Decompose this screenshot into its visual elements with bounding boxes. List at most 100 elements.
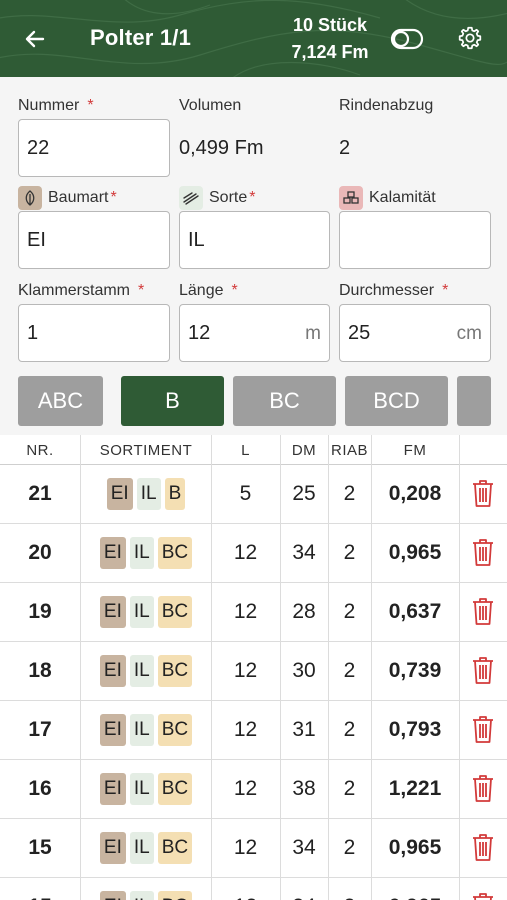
cell-sortiment: EI IL B [81, 465, 211, 523]
baumart-value: EI [27, 228, 46, 251]
quality-chip-bar: ABC B BC BCD [0, 376, 507, 426]
delete-button[interactable] [468, 714, 498, 748]
cell-l: 12 [233, 659, 258, 682]
sorte-label: Sorte * [179, 186, 255, 210]
cell-dm: 38 [292, 777, 316, 800]
nummer-field[interactable]: 22 [18, 119, 170, 177]
cell-sortiment: EIILBC [81, 524, 211, 582]
toggle-view-button[interactable] [388, 24, 426, 54]
laenge-label: Länge * [179, 282, 238, 300]
col-nr[interactable]: NR. [0, 435, 80, 465]
cell-l: 12 [233, 541, 258, 564]
tag-baumart: EI [99, 891, 126, 900]
tag-sorte: IL [129, 773, 154, 805]
table-row[interactable]: 19 EI IL BC 12 28 2 0,637 [0, 583, 507, 642]
column-divider [80, 435, 81, 900]
col-fm[interactable]: FM [371, 435, 459, 465]
durchmesser-label-text: Durchmesser [339, 282, 435, 299]
klammerstamm-label: Klammerstamm * [18, 282, 144, 300]
cell-sortiment: EIILBC [81, 701, 211, 759]
delete-button[interactable] [468, 832, 498, 866]
cell-l: 12 [211, 878, 280, 900]
trash-icon [471, 478, 495, 513]
nummer-value: 22 [27, 136, 50, 159]
delete-button[interactable] [468, 478, 498, 512]
table-row[interactable]: 15EIILBC123420,965 [0, 819, 507, 878]
laenge-unit: m [305, 323, 321, 344]
durchmesser-field[interactable]: 25 cm [339, 304, 491, 362]
chip-b[interactable]: B [121, 376, 224, 426]
app-header: Polter 1/1 10 Stück 7,124 Fm [0, 0, 507, 77]
tag-sortiment: BC [157, 714, 193, 746]
klammerstamm-value: 1 [27, 321, 39, 344]
toggle-icon [390, 28, 424, 50]
delete-button[interactable] [468, 537, 498, 571]
volumen-label: Volumen [179, 97, 242, 114]
back-button[interactable] [18, 22, 52, 56]
col-sortiment[interactable]: SORTIMENT [81, 435, 211, 465]
table-row[interactable]: 15EIILBC123420,965 [0, 878, 507, 900]
cell-l: 12 [233, 777, 258, 800]
chip-bc[interactable]: BC [233, 376, 336, 426]
baumart-label: Baumart * [18, 186, 117, 210]
cell-riab: 2 [343, 777, 356, 800]
durchmesser-unit: cm [456, 323, 482, 344]
table-row[interactable]: 17 EI IL BC 12 31 2 0,793 [0, 701, 507, 760]
cell-dm: 28 [292, 600, 316, 623]
leaf-icon [18, 186, 42, 210]
trash-icon [471, 773, 495, 808]
col-l[interactable]: L [211, 435, 280, 465]
column-divider [371, 435, 372, 900]
cell-dm: 25 [292, 482, 316, 505]
laenge-field[interactable]: 12 m [179, 304, 330, 362]
tag-sortiment: BC [157, 596, 193, 628]
cell-sortiment: EIILBC [81, 760, 211, 818]
tag-sortiment: BC [157, 773, 193, 805]
delete-button[interactable] [468, 891, 498, 900]
settings-button[interactable] [453, 21, 487, 55]
col-riab[interactable]: RIAB [328, 435, 371, 465]
column-divider [328, 435, 329, 900]
tag-baumart: EI [99, 655, 126, 687]
cell-fm: 1,221 [388, 777, 442, 800]
kalamitaet-field[interactable] [339, 211, 491, 269]
durchmesser-value: 25 [348, 321, 371, 344]
table-header: NR. SORTIMENT L DM RIAB FM [0, 435, 507, 465]
trash-icon [471, 655, 495, 690]
delete-button[interactable] [468, 773, 498, 807]
tag-sorte: IL [129, 832, 154, 864]
baumart-field[interactable]: EI [18, 211, 170, 269]
cell-sortiment: EIILBC [81, 819, 211, 877]
tag-sortiment: BC [157, 832, 193, 864]
cell-nr: 19 [28, 600, 52, 623]
chip-bcd[interactable]: BCD [345, 376, 448, 426]
laenge-label-text: Länge [179, 282, 224, 299]
table-row[interactable]: 21 EI IL B 5 25 2 0,208 [0, 465, 507, 524]
topographic-pattern [0, 0, 507, 77]
column-divider [280, 435, 281, 900]
table-row[interactable]: 18 EI IL BC 12 30 2 0,739 [0, 642, 507, 701]
table-row[interactable]: 16 EI IL BC 12 38 2 1,221 [0, 760, 507, 819]
chip-abc[interactable]: ABC [18, 376, 103, 426]
volumen-value: 0,499 Fm [179, 137, 264, 159]
chip-more[interactable] [457, 376, 491, 426]
cell-dm: 34 [292, 836, 316, 859]
tag-baumart: EI [99, 832, 126, 864]
table-row[interactable]: 20 EI IL BC 12 34 2 0,965 [0, 524, 507, 583]
piece-count: 10 Stück [292, 15, 368, 35]
col-dm[interactable]: DM [280, 435, 328, 465]
rindenabzug-value: 2 [339, 137, 351, 159]
sorte-field[interactable]: IL [179, 211, 330, 269]
klammerstamm-field[interactable]: 1 [18, 304, 170, 362]
nummer-label: Nummer * [18, 97, 94, 115]
required-marker: * [231, 282, 238, 299]
required-marker: * [138, 282, 145, 299]
cell-fm: 0,637 [388, 600, 442, 623]
baumart-label-text: Baumart [48, 189, 109, 206]
tag-sortiment: BC [157, 655, 193, 687]
delete-button[interactable] [468, 655, 498, 689]
gear-icon [458, 26, 482, 50]
delete-button[interactable] [468, 596, 498, 630]
cell-fm: 0,793 [388, 718, 442, 741]
column-divider [459, 435, 460, 900]
